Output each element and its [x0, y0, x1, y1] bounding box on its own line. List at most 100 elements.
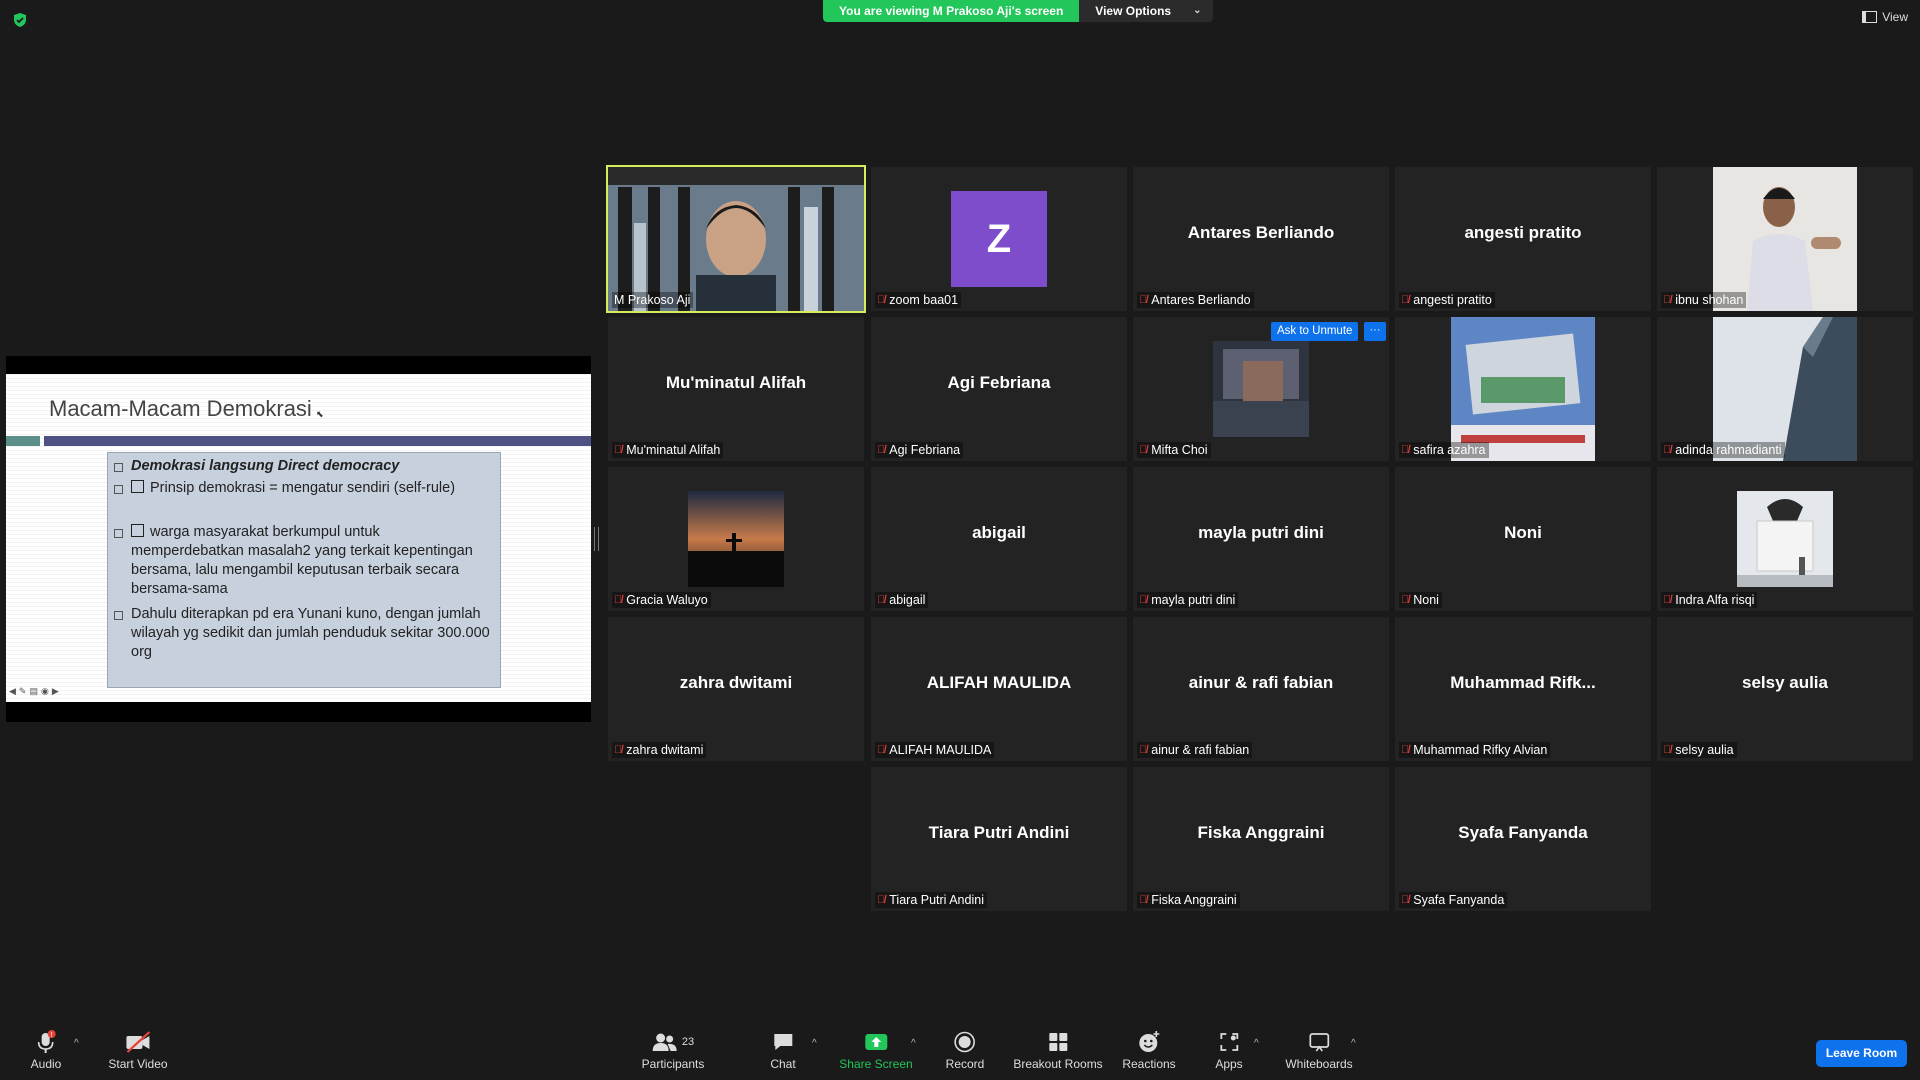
participant-tile[interactable]: 🎙̸ safira azahra: [1395, 317, 1651, 461]
participant-name: Noni: [1413, 593, 1439, 607]
slide-bullet-text: Demokrasi langsung Direct democracy: [131, 458, 400, 474]
participant-tile[interactable]: Muhammad Rifk... 🎙̸ Muhammad Rifky Alvian: [1395, 617, 1651, 761]
participant-name: ainur & rafi fabian: [1151, 743, 1250, 757]
participant-name-label: 🎙̸ Syafa Fanyanda: [1399, 892, 1508, 908]
view-options-label: View Options: [1095, 4, 1172, 18]
bullet-square-icon: [114, 529, 123, 538]
participant-tile[interactable]: ALIFAH MAULIDA 🎙̸ ALIFAH MAULIDA: [871, 617, 1127, 761]
slide-accent-bar: [6, 436, 40, 446]
participant-display-name: Mu'minatul Alifah: [665, 373, 807, 392]
participant-name: Muhammad Rifky Alvian: [1413, 743, 1548, 757]
mic-muted-icon: 🎙̸: [1401, 894, 1410, 906]
participant-name-label: 🎙̸ Agi Febriana: [875, 442, 964, 458]
leave-room-button[interactable]: Leave Room: [1816, 1040, 1907, 1067]
slide-bullet: Prinsip demokrasi = mengatur sendiri (se…: [114, 479, 491, 498]
mic-muted-icon: 🎙̸: [1663, 444, 1672, 456]
view-options-button[interactable]: View Options ⌄: [1079, 0, 1214, 22]
bullet-square-icon: [114, 485, 123, 494]
participant-tile[interactable]: Fiska Anggraini 🎙̸ Fiska Anggraini: [1133, 767, 1389, 911]
participant-tile[interactable]: abigail 🎙̸ abigail: [871, 467, 1127, 611]
participant-name-label: 🎙̸ Tiara Putri Andini: [875, 892, 987, 908]
participant-tile[interactable]: 🎙̸ Indra Alfa risqi: [1657, 467, 1913, 611]
participant-tile[interactable]: Noni 🎙̸ Noni: [1395, 467, 1651, 611]
apps-options-caret-icon[interactable]: ^: [1254, 1038, 1259, 1049]
view-button[interactable]: View: [1862, 10, 1908, 24]
participant-video: [1713, 167, 1857, 311]
participant-name-label: 🎙̸ zoom baa01: [875, 292, 962, 308]
chat-options-caret-icon[interactable]: ^: [812, 1038, 817, 1049]
participant-name: abigail: [889, 593, 926, 607]
whiteboards-options-caret-icon[interactable]: ^: [1351, 1038, 1356, 1049]
audio-button[interactable]: ! Audio: [30, 1030, 62, 1071]
mic-muted-icon: 🎙̸: [1401, 444, 1410, 456]
participant-tile[interactable]: Mu'minatul Alifah 🎙̸ Mu'minatul Alifah: [608, 317, 864, 461]
microphone-icon: !: [31, 1030, 62, 1054]
mic-muted-icon: 🎙̸: [877, 594, 886, 606]
participant-tile[interactable]: 🎙̸ ibnu shohan: [1657, 167, 1913, 311]
participant-tile[interactable]: mayla putri dini 🎙̸ mayla putri dini: [1133, 467, 1389, 611]
view-layout-icon: [1862, 11, 1878, 23]
shared-screen[interactable]: Macam-Macam Demokrasi ⬉ Demokrasi langsu…: [6, 356, 591, 722]
participant-name-label: 🎙̸ Indra Alfa risqi: [1661, 592, 1758, 608]
slide-bullet-text: warga masyarakat berkumpul untuk memperd…: [131, 524, 473, 597]
participant-name-label: 🎙̸ Muhammad Rifky Alvian: [1399, 742, 1551, 758]
start-video-button[interactable]: Start Video: [108, 1030, 168, 1071]
reactions-label: Reactions: [1122, 1057, 1176, 1071]
share-screen-label: Share Screen: [839, 1057, 913, 1071]
mic-muted-icon: 🎙̸: [1663, 294, 1672, 306]
mic-muted-icon: 🎙̸: [614, 594, 623, 606]
checkbox-glyph-icon: [131, 524, 144, 537]
record-button[interactable]: Record: [946, 1030, 984, 1071]
slide-bullet: Demokrasi langsung Direct democracy: [114, 457, 491, 476]
participant-tile[interactable]: Antares Berliando 🎙̸ Antares Berliando: [1133, 167, 1389, 311]
apps-label: Apps: [1215, 1057, 1243, 1071]
share-screen-button[interactable]: Share Screen: [839, 1030, 913, 1071]
participant-display-name: ainur & rafi fabian: [1188, 673, 1334, 692]
mic-muted-icon: 🎙̸: [1663, 594, 1672, 606]
participant-tile[interactable]: zahra dwitami 🎙̸ zahra dwitami: [608, 617, 864, 761]
participant-display-name: angesti pratito: [1464, 223, 1582, 242]
participant-tile[interactable]: Tiara Putri Andini 🎙̸ Tiara Putri Andini: [871, 767, 1127, 911]
whiteboards-button[interactable]: Whiteboards: [1285, 1030, 1353, 1071]
participant-tile[interactable]: Syafa Fanyanda 🎙̸ Syafa Fanyanda: [1395, 767, 1651, 911]
slide-controls-icon[interactable]: ◀✎▤◉▶: [9, 686, 62, 697]
participant-tile[interactable]: selsy aulia 🎙̸ selsy aulia: [1657, 617, 1913, 761]
participant-tile[interactable]: Agi Febriana 🎙̸ Agi Febriana: [871, 317, 1127, 461]
mouse-cursor-icon: ⬉: [316, 409, 324, 419]
splitter-handle[interactable]: [594, 527, 599, 551]
participant-tile[interactable]: Z 🎙̸ zoom baa01: [871, 167, 1127, 311]
mic-muted-icon: 🎙̸: [1139, 894, 1148, 906]
slide-bullet: Dahulu diterapkan pd era Yunani kuno, de…: [114, 605, 491, 662]
participant-tile[interactable]: 🎙̸ Gracia Waluyo: [608, 467, 864, 611]
participant-display-name: zahra dwitami: [679, 673, 793, 692]
slide-title: Macam-Macam Demokrasi: [49, 396, 312, 421]
participant-video: [1451, 317, 1595, 461]
participant-name: M Prakoso Aji: [614, 293, 691, 307]
apps-icon: [1215, 1030, 1242, 1054]
mic-muted-icon: 🎙̸: [1139, 444, 1148, 456]
audio-options-caret-icon[interactable]: ^: [74, 1038, 79, 1049]
participant-tile[interactable]: 🎙̸ adinda rahmadianti: [1657, 317, 1913, 461]
participant-name: mayla putri dini: [1151, 593, 1236, 607]
participant-display-name: ALIFAH MAULIDA: [926, 673, 1072, 692]
participant-name-label: 🎙̸ abigail: [875, 592, 929, 608]
breakout-rooms-button[interactable]: Breakout Rooms: [1013, 1030, 1103, 1071]
participant-name-label: 🎙̸ Mu'minatul Alifah: [612, 442, 724, 458]
participant-name-label: 🎙̸ ibnu shohan: [1661, 292, 1747, 308]
participant-tile[interactable]: angesti pratito 🎙̸ angesti pratito: [1395, 167, 1651, 311]
presentation-slide: Macam-Macam Demokrasi ⬉ Demokrasi langsu…: [6, 374, 591, 702]
apps-button[interactable]: Apps: [1215, 1030, 1243, 1071]
participant-name-label: 🎙̸ selsy aulia: [1661, 742, 1737, 758]
chat-button[interactable]: Chat: [770, 1030, 796, 1071]
reactions-button[interactable]: Reactions: [1122, 1030, 1176, 1071]
share-options-caret-icon[interactable]: ^: [911, 1038, 916, 1049]
participant-tile[interactable]: ainur & rafi fabian 🎙̸ ainur & rafi fabia…: [1133, 617, 1389, 761]
audio-label: Audio: [30, 1057, 62, 1071]
participant-tile[interactable]: M Prakoso Aji: [606, 165, 866, 313]
security-shield-icon[interactable]: [12, 12, 28, 28]
ask-to-unmute-button[interactable]: Ask to Unmute: [1271, 322, 1359, 341]
more-options-button[interactable]: ···: [1364, 322, 1386, 341]
participants-button[interactable]: 23 Participants: [642, 1030, 704, 1071]
slide-bullet: warga masyarakat berkumpul untuk memperd…: [114, 523, 491, 599]
participant-name: Mu'minatul Alifah: [626, 443, 721, 457]
